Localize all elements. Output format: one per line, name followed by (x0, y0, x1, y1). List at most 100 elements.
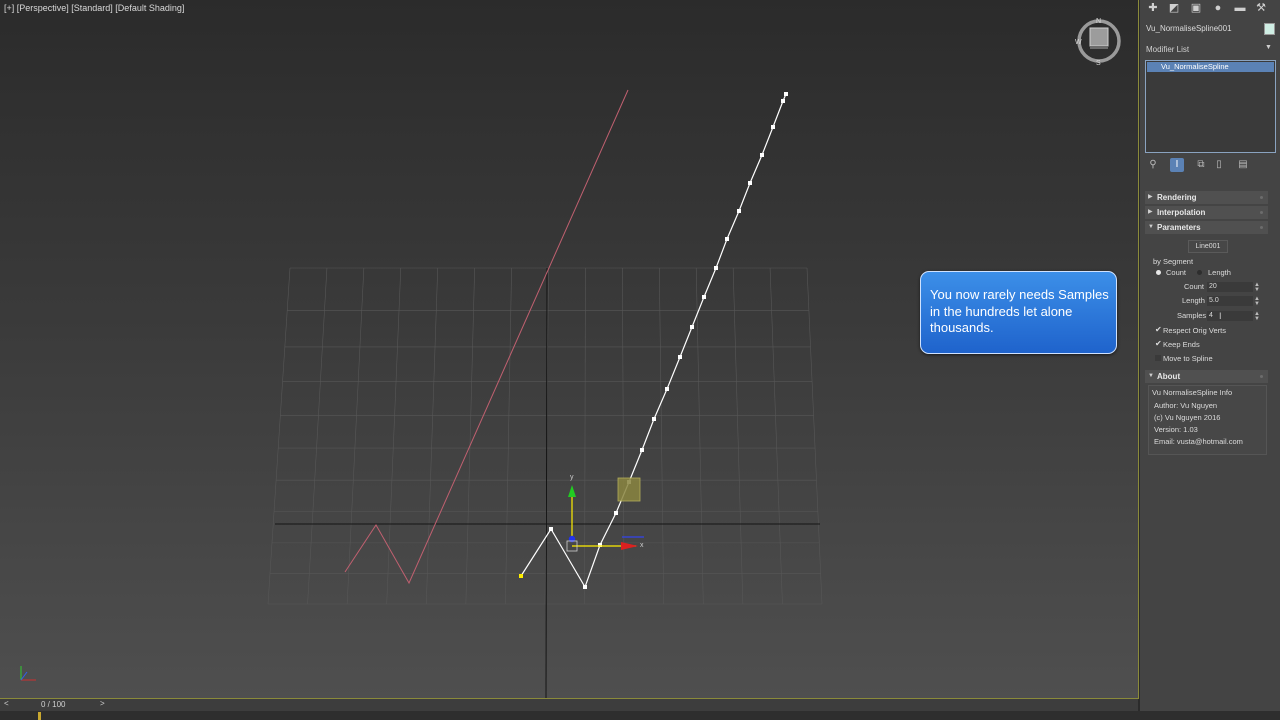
spline-vertex[interactable] (665, 387, 669, 391)
object-bounding-box (617, 477, 641, 502)
object-name-field[interactable]: Vu_NormaliseSpline001 (1146, 24, 1232, 33)
modifier-list-dropdown[interactable]: Modifier List (1146, 45, 1189, 54)
track-bar[interactable] (0, 711, 1280, 720)
home-grid (267, 267, 823, 605)
samples-label: Samples (1177, 311, 1207, 320)
expand-arrow-icon: ▶ (1148, 209, 1153, 215)
collapse-arrow-icon: ▼ (1148, 373, 1154, 379)
spline-vertex[interactable] (652, 417, 656, 421)
world-axis-tripod (20, 666, 36, 681)
spline-vertex[interactable] (725, 237, 729, 241)
rollout-title: About (1157, 372, 1181, 381)
keep-ends-checkbox[interactable]: ✔ (1155, 339, 1162, 348)
spline-vertex[interactable] (583, 585, 587, 589)
current-frame-marker[interactable] (38, 712, 41, 720)
show-end-result-icon[interactable]: Ⅰ (1170, 158, 1184, 172)
motion-icon[interactable]: ● (1211, 2, 1225, 14)
respect-orig-verts-label[interactable]: Respect Orig Verts (1163, 326, 1226, 335)
configure-sets-icon[interactable]: ▤ (1236, 158, 1250, 172)
length-label: Length (1182, 296, 1205, 305)
normalised-spline[interactable] (520, 93, 787, 589)
spline-vertex[interactable] (748, 181, 752, 185)
count-spinner[interactable]: 20 (1207, 282, 1253, 292)
mode-group-label: by Segment (1153, 257, 1194, 266)
command-panel: ✚ ◩ ▣ ● ▬ ⚒ Vu_NormaliseSpline001 Modifi… (1140, 0, 1280, 720)
spline-vertex[interactable] (690, 325, 694, 329)
text-cursor-icon: I (1219, 311, 1222, 321)
rollout-title: Parameters (1157, 223, 1201, 232)
svg-text:x: x (640, 542, 644, 549)
spline-vertex[interactable] (771, 125, 775, 129)
move-to-spline-checkbox[interactable] (1155, 355, 1161, 361)
chevron-down-icon[interactable]: ▼ (1265, 44, 1272, 51)
spline-vertex[interactable] (678, 355, 682, 359)
keep-ends-label[interactable]: Keep Ends (1163, 340, 1200, 349)
object-color-swatch[interactable] (1264, 23, 1275, 35)
grid-axis-y (545, 267, 548, 698)
count-radio[interactable] (1156, 270, 1161, 275)
count-label: Count (1184, 282, 1205, 291)
spline-vertex[interactable] (784, 92, 788, 96)
tutorial-callout: You now rarely needs Samples in the hund… (920, 271, 1117, 354)
pick-spline-button[interactable]: Line001 (1188, 240, 1228, 253)
spline-vertex[interactable] (714, 266, 718, 270)
about-author: Author: Vu Nguyen (1154, 401, 1218, 410)
pin-stack-icon[interactable]: ⚲ (1146, 158, 1160, 172)
length-radio[interactable] (1197, 270, 1202, 275)
spline-vertex[interactable] (781, 99, 785, 103)
next-frame-button[interactable]: > (100, 699, 105, 708)
rendering-rollout[interactable]: ▶ Rendering (1145, 191, 1268, 204)
collapse-arrow-icon: ▼ (1148, 224, 1154, 230)
viewport-label[interactable]: [+] [Perspective] [Standard] [Default Sh… (4, 3, 184, 13)
length-radio-label[interactable]: Length (1208, 268, 1231, 277)
previous-frame-button[interactable]: < (4, 699, 9, 708)
samples-value[interactable]: 4 (1209, 312, 1213, 319)
rollout-handle-icon (1260, 196, 1263, 199)
samples-spinner[interactable]: 4 (1207, 311, 1253, 321)
respect-orig-verts-checkbox[interactable]: ✔ (1155, 325, 1162, 334)
display-icon[interactable]: ▬ (1233, 2, 1247, 14)
time-slider[interactable]: < 0 / 100 > (0, 699, 1138, 711)
viewcube-west[interactable]: W (1075, 39, 1082, 46)
count-radio-label[interactable]: Count (1166, 268, 1186, 277)
spline-vertex[interactable] (737, 209, 741, 213)
perspective-viewport[interactable]: y x [+] [Perspective] [Standard] [Defaul… (0, 0, 1139, 699)
modify-icon[interactable]: ◩ (1167, 2, 1181, 14)
spline-vertex[interactable] (614, 511, 618, 515)
modifier-stack[interactable]: Vu_NormaliseSpline (1145, 60, 1276, 153)
about-version: Version: 1.03 (1154, 425, 1198, 434)
spinner-arrows-icon[interactable]: ▲ ▼ (1254, 296, 1260, 307)
rollout-title: Rendering (1157, 193, 1197, 202)
about-title: Vu NormaliseSpline Info (1152, 388, 1233, 397)
make-unique-icon[interactable]: ⧉ (1194, 158, 1208, 172)
about-email: Email: vusta@hotmail.com (1154, 437, 1243, 446)
spinner-arrows-icon[interactable]: ▲ ▼ (1254, 282, 1260, 293)
frame-counter[interactable]: 0 / 100 (41, 700, 65, 709)
move-to-spline-label[interactable]: Move to Spline (1163, 354, 1213, 363)
length-value[interactable]: 5.0 (1209, 297, 1219, 304)
hierarchy-icon[interactable]: ▣ (1189, 2, 1203, 14)
length-spinner[interactable]: 5.0 (1207, 296, 1253, 306)
spline-vertex[interactable] (549, 527, 553, 531)
spinner-arrows-icon[interactable]: ▲ ▼ (1254, 311, 1260, 322)
viewcube-north[interactable]: N (1096, 18, 1101, 25)
viewcube[interactable]: N S W (1074, 16, 1124, 66)
interpolation-rollout[interactable]: ▶ Interpolation (1145, 206, 1268, 219)
count-value[interactable]: 20 (1209, 283, 1217, 290)
svg-text:y: y (570, 474, 574, 481)
rollout-handle-icon (1260, 226, 1263, 229)
rollout-handle-icon (1260, 375, 1263, 378)
about-rollout[interactable]: ▼ About (1145, 370, 1268, 383)
utilities-icon[interactable]: ⚒ (1254, 2, 1268, 14)
about-copyright: (c) Vu Nguyen 2016 (1154, 413, 1221, 422)
viewcube-south[interactable]: S (1096, 60, 1101, 66)
spline-vertex[interactable] (640, 448, 644, 452)
modifier-stack-item[interactable]: Vu_NormaliseSpline (1147, 62, 1274, 72)
callout-text: You now rarely needs Samples in the hund… (930, 287, 1109, 335)
create-icon[interactable]: ✚ (1146, 2, 1160, 14)
spline-vertex[interactable] (702, 295, 706, 299)
spline-vertex[interactable] (760, 153, 764, 157)
parameters-rollout[interactable]: ▼ Parameters (1145, 221, 1268, 234)
remove-modifier-icon[interactable]: ▯ (1212, 158, 1226, 172)
first-vertex[interactable] (519, 574, 523, 578)
